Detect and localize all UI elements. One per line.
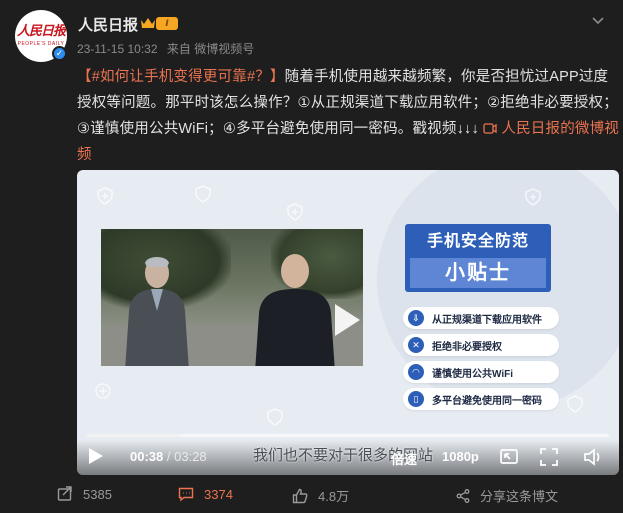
share-icon	[456, 488, 470, 503]
shield-icon	[267, 408, 283, 426]
volume-icon[interactable]	[583, 447, 603, 467]
like-button[interactable]: 4.8万	[292, 486, 349, 505]
quality-button[interactable]: 1080p	[442, 449, 479, 464]
avatar-logo-text: 人民日报	[16, 24, 66, 39]
shield-icon	[195, 185, 211, 203]
shield-icon	[287, 203, 303, 221]
shield-icon	[525, 188, 541, 206]
tip-item: ✕ 拒绝非必要授权	[403, 334, 559, 356]
tip-text: 谨慎使用公共WiFi	[432, 368, 514, 380]
shield-icon	[567, 395, 583, 413]
progress-bar[interactable]	[87, 434, 609, 437]
tip-item: ◠ 谨慎使用公共WiFi	[403, 361, 559, 383]
account-name[interactable]: 人民日报	[78, 14, 138, 35]
tip-item: ▯ 多平台避免使用同一密码	[403, 388, 559, 410]
weibo-post: 人民日报 PEOPLE'S DAILY ✓ 人民日报 Ⅰ 23-11-15 10…	[0, 0, 623, 513]
wifi-icon: ◠	[408, 364, 424, 380]
like-count: 4.8万	[318, 489, 350, 504]
thumbs-up-icon	[292, 488, 308, 503]
post-text: 【#如何让手机变得更可靠#？】随着手机使用越来越频繁，你是否担忧过APP过度授权…	[77, 64, 622, 168]
play-overlay-icon[interactable]	[331, 301, 363, 339]
tips-subtitle: 小贴士	[410, 258, 546, 288]
tips-title: 手机安全防范	[426, 233, 529, 250]
post-meta: 23-11-15 10:32 来自 微博视频号	[77, 40, 260, 57]
time-separator: /	[166, 449, 171, 464]
download-icon: ⇩	[408, 310, 424, 326]
tips-title-card: 手机安全防范 小贴士	[405, 224, 551, 292]
progress-fill	[87, 434, 181, 437]
post-source: 来自 微博视频号	[166, 42, 255, 56]
video-link-icon	[483, 123, 497, 134]
tip-item: ⇩ 从正规渠道下载应用软件	[403, 307, 559, 329]
phone-icon: ▯	[408, 391, 424, 407]
share-button[interactable]: 分享这条博文	[456, 486, 558, 505]
post-actions: 5385 3374 4.8万 分享这条博文	[0, 478, 623, 513]
speed-button[interactable]: 倍速	[391, 449, 417, 468]
video-frame	[101, 229, 363, 366]
tip-text: 从正规渠道下载应用软件	[432, 314, 542, 326]
picture-in-picture-icon[interactable]	[499, 447, 519, 467]
comment-count: 3374	[204, 486, 233, 502]
comment-icon	[178, 487, 194, 502]
tip-text: 多平台避免使用同一密码	[432, 395, 542, 407]
fullscreen-icon[interactable]	[539, 447, 559, 467]
share-label: 分享这条博文	[480, 489, 559, 504]
post-timestamp[interactable]: 23-11-15 10:32	[77, 42, 158, 56]
video-player[interactable]: 手机安全防范 小贴士 ⇩ 从正规渠道下载应用软件 ✕ 拒绝非必要授权 ◠ 谨慎使…	[77, 170, 619, 475]
repost-icon	[57, 486, 72, 501]
close-icon: ✕	[408, 337, 424, 353]
play-icon[interactable]	[87, 446, 105, 466]
repost-count: 5385	[83, 486, 112, 502]
comment-button[interactable]: 3374	[178, 486, 233, 502]
verified-badge-icon: ✓	[52, 46, 67, 61]
person-figure	[255, 254, 335, 366]
hashtag-link[interactable]: 【#如何让手机变得更可靠#？】	[77, 69, 285, 85]
shield-icon	[97, 187, 113, 205]
time-display: 00:38 / 03:28	[130, 449, 207, 464]
person-figure	[125, 257, 189, 366]
repost-button[interactable]: 5385	[57, 486, 112, 502]
tip-text: 拒绝非必要授权	[432, 341, 502, 353]
plus-icon	[95, 383, 111, 399]
duration: 03:28	[174, 449, 207, 464]
chevron-down-icon[interactable]	[591, 16, 605, 26]
level-badge: Ⅰ	[156, 17, 178, 30]
current-time: 00:38	[130, 449, 164, 464]
crown-icon	[141, 18, 155, 28]
